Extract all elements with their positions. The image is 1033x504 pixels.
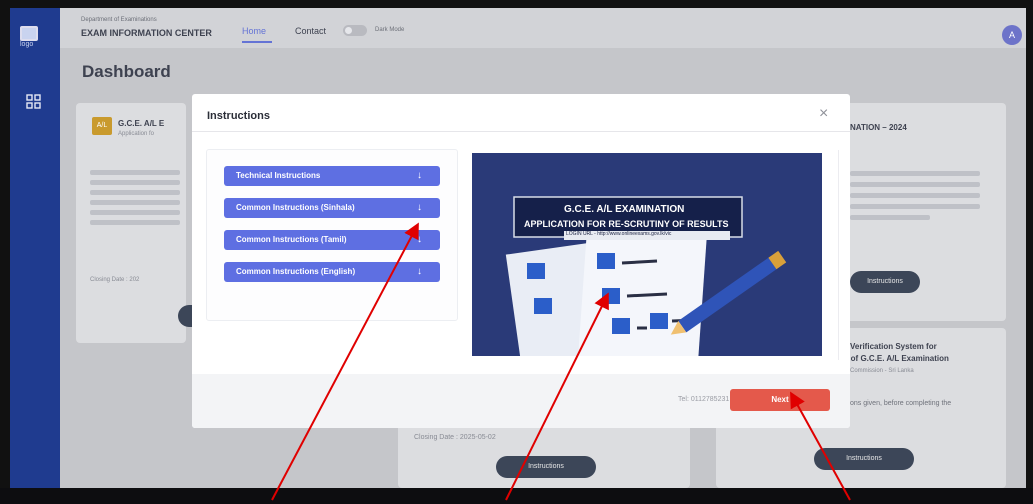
arrow-to-sinhala-icon [271, 222, 419, 501]
screenshot-frame: logo Department of Examinations EXAM INF… [0, 0, 1033, 504]
annotation-arrows [271, 222, 851, 501]
arrow-to-next-icon [790, 391, 851, 501]
arrow-to-image-icon [505, 292, 609, 501]
